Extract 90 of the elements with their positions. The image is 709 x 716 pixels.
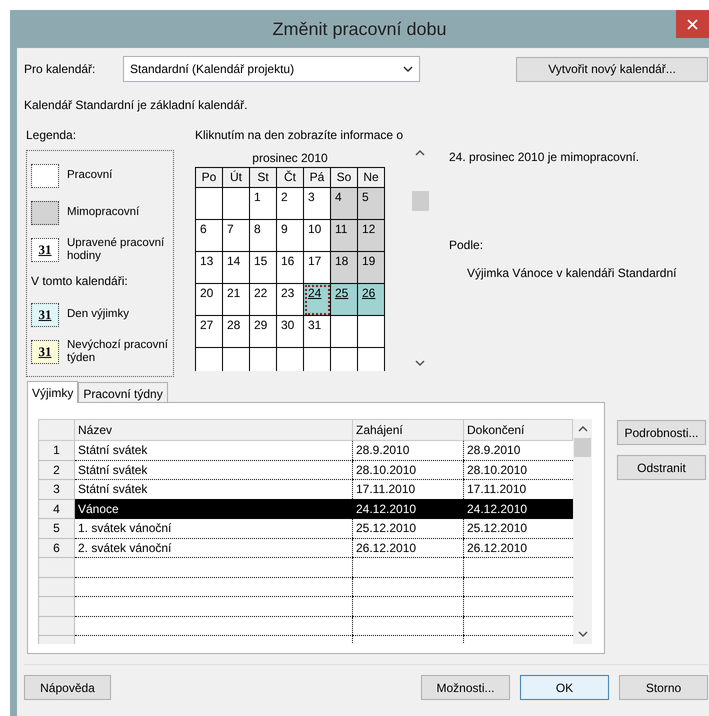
calendar-day[interactable]: 2	[276, 188, 304, 220]
calendar-day[interactable]: 28	[222, 316, 250, 348]
calendar-day[interactable]: 3	[304, 188, 330, 220]
calendar-day[interactable]: 18	[330, 252, 358, 284]
calendar-day[interactable]: 17	[304, 252, 330, 284]
row-number: 6	[38, 538, 74, 558]
source-label: Podle:	[449, 237, 484, 254]
new-calendar-button[interactable]: Vytvořit nový kalendář...	[516, 56, 708, 82]
calendar-day[interactable]: 25	[330, 284, 358, 316]
calendar-day[interactable]: 9	[276, 220, 304, 252]
calendar-day[interactable]: 30	[276, 316, 304, 348]
table-cell[interactable]: 28.9.2010	[352, 440, 464, 460]
calendar-day[interactable]: 24	[304, 284, 330, 316]
calendar-day[interactable]: 13	[196, 252, 222, 284]
table-cell[interactable]: 1. svátek vánoční	[74, 518, 352, 538]
table-cell[interactable]: 24.12.2010	[352, 499, 464, 518]
calendar-day[interactable]: 23	[276, 284, 304, 316]
calendar-day[interactable]: 14	[222, 252, 250, 284]
table-cell[interactable]: 26.12.2010	[352, 538, 464, 558]
calendar-day[interactable]: 16	[276, 252, 304, 284]
table-cell[interactable]: Vánoce	[74, 499, 352, 518]
side-button[interactable]: Odstranit	[617, 455, 706, 480]
scroll-down-icon[interactable]	[415, 360, 425, 367]
calendar-day[interactable]: 29	[250, 316, 276, 348]
scroll-thumb[interactable]	[412, 190, 428, 211]
legend-swatch: 31	[31, 340, 59, 364]
calendar-day[interactable]: 5	[358, 188, 384, 220]
legend-label: Pracovní	[67, 169, 112, 182]
legend-label: Nevýchozí pracovní týden	[67, 338, 169, 364]
side-button[interactable]: Podrobnosti...	[617, 420, 706, 445]
calendar-day[interactable]: 22	[250, 284, 276, 316]
scroll-up-icon[interactable]	[578, 425, 588, 432]
legend-heading: V tomto kalendáři:	[31, 273, 129, 290]
window-title: Změnit pracovní dobu	[272, 18, 447, 41]
column-header[interactable]: Dokončení	[464, 420, 572, 440]
calendar-label: Pro kalendář:	[24, 61, 96, 78]
calendar-day[interactable]: 11	[330, 220, 358, 252]
row-number: 1	[38, 440, 74, 460]
row-number: 3	[38, 480, 74, 499]
legend-title: Legenda:	[26, 127, 78, 144]
scroll-down-icon[interactable]	[578, 631, 588, 638]
calendar-day[interactable]: 20	[196, 284, 222, 316]
legend-label: Mimopracovní	[67, 206, 140, 219]
tab[interactable]: Výjimky	[27, 381, 78, 403]
calendar-day[interactable]: 6	[196, 220, 222, 252]
close-icon	[687, 18, 698, 30]
dialog-button[interactable]: Nápověda	[24, 675, 111, 700]
source-text: Výjimka Vánoce v kalendáři Standardní	[467, 265, 676, 282]
weekday-header: Po	[196, 168, 222, 188]
calendar-day[interactable]: 8	[250, 220, 276, 252]
calendar-day[interactable]: 7	[222, 220, 250, 252]
column-header[interactable]: Zahájení	[352, 420, 464, 440]
legend-swatch: 31	[31, 238, 59, 262]
table-cell[interactable]: Státní svátek	[74, 440, 352, 460]
table-cell[interactable]: 28.10.2010	[352, 460, 464, 480]
calendar-day[interactable]: 4	[330, 188, 358, 220]
legend-label: Upravené pracovní hodiny	[67, 236, 166, 262]
table-cell[interactable]: 2. svátek vánoční	[74, 538, 352, 558]
calendar-dropdown[interactable]: Standardní (Kalendář projektu)	[123, 56, 420, 82]
calendar-day[interactable]: 10	[304, 220, 330, 252]
row-number: 2	[38, 460, 74, 480]
calendar-day[interactable]: 26	[358, 284, 384, 316]
scroll-up-icon[interactable]	[415, 149, 425, 156]
month-title: prosinec 2010	[252, 151, 328, 165]
legend-label: Den výjimky	[67, 308, 129, 321]
day-status: 24. prosinec 2010 je mimopracovní.	[449, 149, 640, 166]
tab[interactable]: Pracovní týdny	[78, 382, 168, 402]
calendar-day[interactable]: 1	[250, 188, 276, 220]
row-number: 4	[38, 499, 74, 518]
dialog-button[interactable]: Možnosti...	[421, 675, 510, 700]
table-cell[interactable]: 24.12.2010	[464, 499, 572, 518]
calendar-day[interactable]: 27	[196, 316, 222, 348]
calendar-day[interactable]: 19	[358, 252, 384, 284]
calendar-day[interactable]: 12	[358, 220, 384, 252]
calendar-hint: Kliknutím na den zobrazíte informace o	[195, 127, 404, 144]
legend-swatch	[31, 164, 59, 188]
calendar-day[interactable]: 15	[250, 252, 276, 284]
close-button[interactable]	[676, 10, 709, 38]
dialog-button[interactable]: OK	[520, 675, 609, 700]
legend-swatch: 31	[31, 302, 59, 326]
dialog-button[interactable]: Storno	[619, 675, 708, 700]
table-cell[interactable]: Státní svátek	[74, 460, 352, 480]
calendar-day[interactable]: 21	[222, 284, 250, 316]
table-cell[interactable]: 25.12.2010	[352, 518, 464, 538]
column-header[interactable]: Název	[74, 420, 352, 440]
row-number: 5	[38, 518, 74, 538]
calendar-note: Kalendář Standardní je základní kalendář.	[24, 97, 248, 114]
legend-swatch	[31, 200, 59, 224]
scroll-thumb[interactable]	[574, 438, 591, 457]
calendar-day[interactable]: 31	[304, 316, 330, 348]
